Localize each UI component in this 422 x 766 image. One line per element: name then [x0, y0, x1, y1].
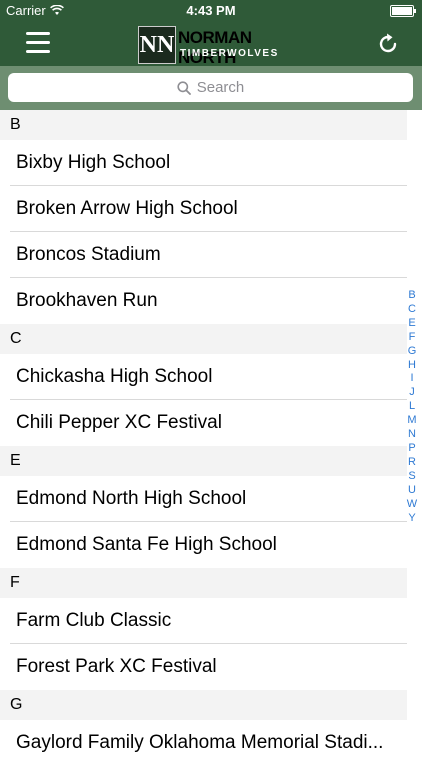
- search-input[interactable]: Search: [8, 73, 413, 102]
- list-item[interactable]: Chickasha High School: [0, 354, 407, 400]
- logo-subtitle: TIMBERWOLVES: [180, 48, 279, 59]
- list-item[interactable]: Broken Arrow High School: [0, 186, 407, 232]
- index-letter[interactable]: I: [410, 372, 413, 386]
- list-item[interactable]: Chili Pepper XC Festival: [0, 400, 407, 446]
- section-header-e: E: [0, 446, 407, 476]
- section-header-b: B: [0, 110, 407, 140]
- index-letter[interactable]: R: [408, 456, 416, 470]
- list-item[interactable]: Farm Club Classic: [0, 598, 407, 644]
- index-letter[interactable]: H: [408, 359, 416, 373]
- hamburger-icon-line: [26, 41, 50, 44]
- list-item[interactable]: Broncos Stadium: [0, 232, 407, 278]
- section-header-f: F: [0, 568, 407, 598]
- section-header-g: G: [0, 690, 407, 720]
- section-index[interactable]: B C E F G H I J L M N P R S U W Y: [406, 289, 418, 525]
- search-placeholder: Search: [196, 79, 245, 96]
- index-letter[interactable]: C: [408, 303, 416, 317]
- index-letter[interactable]: L: [409, 400, 415, 414]
- index-letter[interactable]: J: [409, 386, 415, 400]
- location-list: B Bixby High School Broken Arrow High Sc…: [0, 110, 407, 766]
- search-icon: [177, 80, 191, 95]
- search-bar: Search: [0, 66, 422, 110]
- list-item[interactable]: Gaylord Family Oklahoma Memorial Stadi..…: [0, 720, 407, 766]
- nav-bar: NN NORMAN NORTH TIMBERWOLVES: [0, 22, 422, 67]
- index-letter[interactable]: Y: [408, 512, 415, 526]
- list-item[interactable]: Brookhaven Run: [0, 278, 407, 324]
- index-letter[interactable]: G: [408, 345, 417, 359]
- index-letter[interactable]: F: [409, 331, 416, 345]
- index-letter[interactable]: U: [408, 484, 416, 498]
- index-letter[interactable]: S: [408, 470, 415, 484]
- index-letter[interactable]: B: [408, 289, 415, 303]
- list-item[interactable]: Forest Park XC Festival: [0, 644, 407, 690]
- list-item[interactable]: Bixby High School: [0, 140, 407, 186]
- index-letter[interactable]: P: [408, 442, 415, 456]
- list-item[interactable]: Edmond Santa Fe High School: [0, 522, 407, 568]
- menu-button[interactable]: [26, 32, 50, 54]
- index-letter[interactable]: M: [407, 414, 416, 428]
- logo-mark: NN: [138, 26, 176, 64]
- list-item[interactable]: Edmond North High School: [0, 476, 407, 522]
- section-header-c: C: [0, 324, 407, 354]
- battery-icon: [390, 5, 416, 17]
- index-letter[interactable]: W: [407, 498, 417, 512]
- status-bar: Carrier 4:43 PM: [0, 0, 422, 22]
- team-logo: NN NORMAN NORTH TIMBERWOLVES: [138, 26, 288, 67]
- clock: 4:43 PM: [186, 3, 236, 18]
- index-letter[interactable]: E: [408, 317, 415, 331]
- hamburger-icon: [26, 32, 50, 35]
- hamburger-icon-line: [26, 50, 50, 53]
- index-letter[interactable]: N: [408, 428, 416, 442]
- refresh-icon[interactable]: [376, 32, 400, 56]
